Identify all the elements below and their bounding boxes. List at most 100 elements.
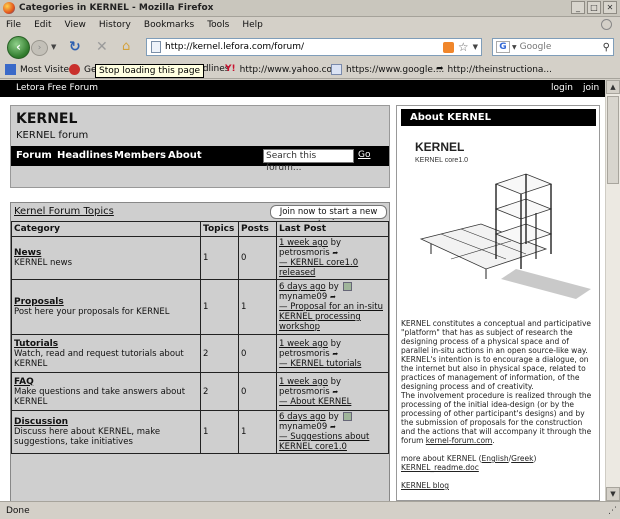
bookmark-star-icon[interactable]: ☆: [458, 40, 469, 54]
shadow-shape: [501, 269, 591, 299]
address-bar[interactable]: http://kernel.lefora.com/forum/ ☆ ▼: [146, 38, 482, 56]
topics-count: 1: [200, 236, 239, 280]
goto-post-icon[interactable]: ➦: [330, 292, 336, 302]
menu-view[interactable]: View: [65, 20, 86, 30]
kernel-structure-drawing: KERNEL KERNEL core1.0: [415, 140, 591, 299]
menu-tools[interactable]: Tools: [207, 20, 229, 30]
illustration-subtitle: KERNEL core1.0: [415, 157, 468, 164]
activity-throbber-icon: [601, 19, 612, 30]
last-post-user[interactable]: petrosmoris: [279, 387, 330, 397]
blog-link[interactable]: KERNEL blog: [401, 481, 598, 490]
bookmark-most-visited[interactable]: Most Visited: [5, 64, 75, 75]
category-link[interactable]: News: [14, 248, 198, 258]
close-button[interactable]: ✕: [603, 1, 617, 14]
goto-post-icon[interactable]: ➦: [332, 248, 338, 258]
maximize-button[interactable]: □: [587, 1, 601, 14]
category-link[interactable]: Proposals: [14, 297, 198, 307]
scroll-up-button[interactable]: ▲: [606, 80, 620, 94]
nav-forum[interactable]: Forum: [16, 150, 52, 161]
category-link[interactable]: Discussion: [14, 417, 198, 427]
greek-link[interactable]: Greek: [511, 454, 533, 463]
nav-members[interactable]: Members: [114, 150, 166, 161]
kernel-forum-link[interactable]: kernel-forum.com: [426, 436, 493, 445]
bookmark-instructional[interactable]: ➦ http://theinstructiona...: [436, 64, 552, 75]
search-icon[interactable]: ⚲: [603, 42, 610, 53]
minimize-button[interactable]: _: [571, 1, 585, 14]
url-dropdown-icon[interactable]: ▼: [473, 43, 478, 51]
by-label: by: [328, 412, 339, 422]
stop-icon[interactable]: ✕: [96, 39, 108, 55]
last-post-user[interactable]: myname09: [279, 292, 327, 302]
window-title: Categories in KERNEL - Mozilla Firefox: [19, 3, 214, 13]
bookmark-label: http://www.yahoo.co...: [239, 64, 341, 75]
google-engine-icon[interactable]: G: [496, 41, 510, 53]
user-avatar[interactable]: [342, 282, 352, 291]
rss-feed-icon[interactable]: [442, 41, 454, 53]
category-description: Post here your proposals for KERNEL: [14, 307, 170, 317]
goto-post-icon[interactable]: ➦: [332, 349, 338, 359]
last-post-topic-link[interactable]: — About KERNEL: [279, 397, 351, 407]
vertical-scrollbar[interactable]: ▲ ▼: [605, 80, 620, 501]
last-post-topic-link[interactable]: — KERNEL core1.0 released: [279, 258, 358, 278]
last-post-topic-link[interactable]: — KERNEL tutorials: [279, 359, 361, 369]
goto-post-icon[interactable]: ➦: [330, 422, 336, 432]
category-link[interactable]: FAQ: [14, 377, 198, 387]
engine-dropdown-icon[interactable]: ▼: [512, 44, 517, 51]
menu-bookmarks[interactable]: Bookmarks: [144, 20, 194, 30]
resize-grip-icon[interactable]: ⋰: [608, 506, 617, 516]
col-last-post: Last Post: [276, 221, 389, 237]
nav-headlines[interactable]: Headlines: [57, 150, 113, 161]
bookmark-getting-started[interactable]: Ge: [69, 64, 97, 75]
col-category: Category: [11, 221, 201, 237]
last-post-topic-link[interactable]: — Proposal for an in-situ KERNEL process…: [279, 302, 383, 332]
topics-count: 1: [200, 279, 239, 335]
by-label: by: [330, 238, 342, 248]
bookmark-label: http://theinstructiona...: [447, 64, 553, 75]
menu-help[interactable]: Help: [242, 20, 263, 30]
join-link[interactable]: join: [583, 83, 599, 93]
bookmark-yahoo[interactable]: Y! http://www.yahoo.co...: [225, 64, 340, 75]
scroll-thumb[interactable]: [607, 96, 619, 184]
nav-about[interactable]: About: [168, 150, 202, 161]
category-description: Make questions and take answers about KE…: [14, 386, 186, 407]
last-post-time-link[interactable]: 1 week ago: [279, 339, 328, 349]
forum-search-input[interactable]: Search this forum...: [263, 149, 354, 173]
url-text[interactable]: http://kernel.lefora.com/forum/: [165, 42, 443, 52]
bookmark-google[interactable]: https://www.google....: [331, 64, 444, 75]
last-post-time-link[interactable]: 1 week ago: [279, 238, 328, 248]
join-new-topic-button[interactable]: Join now to start a new topic: [270, 205, 387, 229]
last-post-time-link[interactable]: 6 days ago: [279, 412, 326, 422]
search-bar[interactable]: G ▼ Google ⚲: [492, 38, 614, 56]
site-brand-link[interactable]: Letora Free Forum: [16, 83, 98, 93]
last-post-time-link[interactable]: 1 week ago: [279, 377, 328, 387]
last-post-topic-link[interactable]: — Suggestions about KERNEL core1.0: [279, 432, 369, 452]
menu-history[interactable]: History: [99, 20, 131, 30]
last-post-user[interactable]: petrosmoris: [279, 248, 330, 258]
reload-icon[interactable]: ↻: [69, 39, 81, 55]
about-panel: About KERNEL KERNEL KERNEL core1.0 KERNE…: [396, 105, 600, 501]
posts-count: 0: [238, 236, 277, 280]
last-post-user[interactable]: myname09: [279, 422, 327, 432]
last-post-user[interactable]: petrosmoris: [279, 349, 330, 359]
search-input[interactable]: Google: [520, 42, 603, 52]
back-button[interactable]: ‹: [7, 36, 30, 59]
category-link[interactable]: Tutorials: [14, 339, 198, 349]
posts-count: 0: [238, 334, 277, 373]
scroll-down-button[interactable]: ▼: [606, 487, 620, 501]
forum-topics-title[interactable]: Kernel Forum Topics: [14, 206, 114, 217]
last-post-time-link[interactable]: 6 days ago: [279, 282, 326, 292]
english-link[interactable]: English: [482, 454, 509, 463]
col-topics: Topics: [200, 221, 239, 237]
menu-file[interactable]: File: [6, 20, 21, 30]
goto-post-icon[interactable]: ➦: [332, 387, 338, 397]
menu-edit[interactable]: Edit: [34, 20, 51, 30]
home-icon[interactable]: ⌂: [122, 39, 130, 54]
user-avatar[interactable]: [342, 412, 352, 421]
web-content: Letora Free Forum login join KERNEL KERN…: [0, 80, 605, 501]
bookmark-page-icon: ➦: [436, 64, 444, 74]
history-dropdown-icon[interactable]: ▼: [51, 43, 56, 51]
readme-link[interactable]: KERNEL_readme.doc: [401, 463, 598, 472]
search-go-button[interactable]: Go: [358, 150, 370, 160]
forward-button[interactable]: ›: [31, 40, 48, 56]
login-link[interactable]: login: [551, 83, 573, 93]
